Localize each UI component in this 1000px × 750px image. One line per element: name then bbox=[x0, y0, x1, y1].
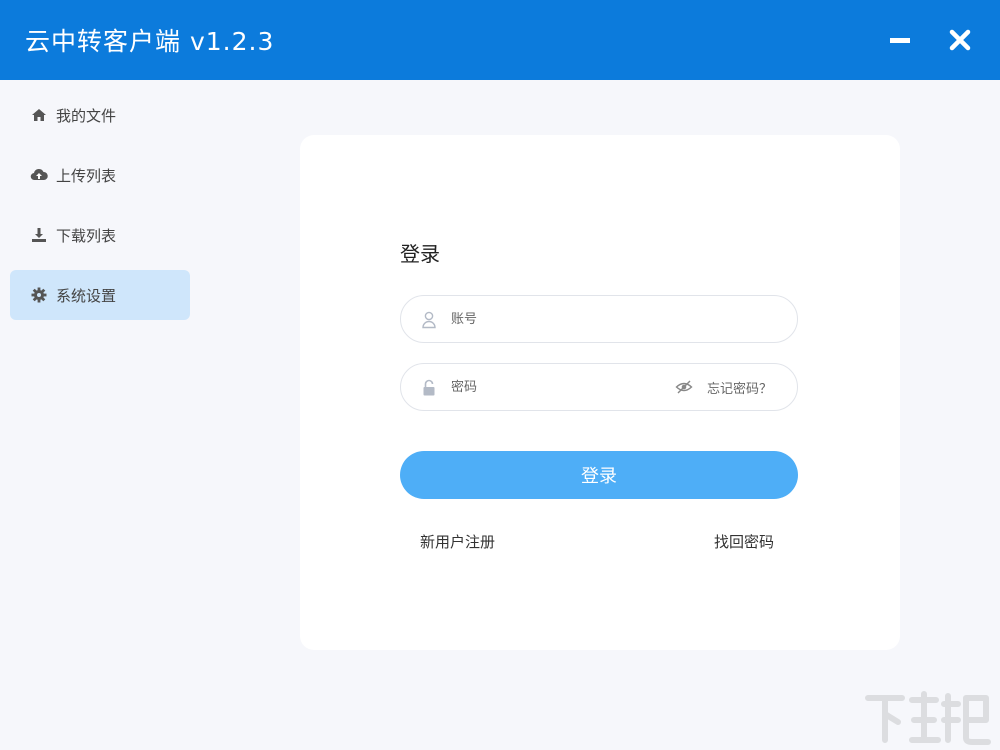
sidebar-item-label: 下载列表 bbox=[56, 226, 117, 245]
user-icon bbox=[421, 311, 437, 329]
recover-password-link[interactable]: 找回密码 bbox=[714, 531, 774, 552]
lock-icon bbox=[421, 379, 437, 397]
login-button[interactable]: 登录 bbox=[400, 451, 798, 499]
minimize-icon bbox=[890, 38, 910, 43]
sidebar-item-my-files[interactable]: 我的文件 bbox=[10, 90, 190, 140]
sidebar-item-label: 上传列表 bbox=[56, 166, 117, 185]
password-field: 忘记密码？ bbox=[400, 363, 798, 411]
close-icon bbox=[949, 29, 971, 51]
login-card: 登录 忘记密码？ 登录 新用户注册 找回密码 bbox=[300, 135, 900, 650]
sidebar-item-upload-list[interactable]: 上传列表 bbox=[10, 150, 190, 200]
forgot-password-link[interactable]: 忘记密码？ bbox=[707, 378, 772, 397]
minimize-button[interactable] bbox=[884, 24, 916, 56]
sidebar: 我的文件 上传列表 下载列表 系统设置 bbox=[0, 80, 200, 750]
register-link[interactable]: 新用户注册 bbox=[420, 531, 495, 552]
gear-icon bbox=[30, 286, 48, 304]
account-input[interactable] bbox=[451, 306, 651, 332]
download-icon bbox=[30, 226, 48, 244]
sidebar-item-label: 我的文件 bbox=[56, 106, 117, 125]
password-input[interactable] bbox=[451, 374, 661, 400]
sidebar-item-label: 系统设置 bbox=[56, 286, 117, 305]
sidebar-item-system-settings[interactable]: 系统设置 bbox=[10, 270, 190, 320]
close-button[interactable] bbox=[944, 24, 976, 56]
app-title: 云中转客户端 v1.2.3 bbox=[25, 27, 275, 56]
watermark-logo bbox=[865, 691, 991, 745]
login-title: 登录 bbox=[400, 242, 440, 266]
sidebar-item-download-list[interactable]: 下载列表 bbox=[10, 210, 190, 260]
home-icon bbox=[30, 106, 48, 124]
title-bar: 云中转客户端 v1.2.3 bbox=[0, 0, 1000, 80]
cloud-upload-icon bbox=[30, 166, 48, 184]
eye-off-icon[interactable] bbox=[675, 379, 693, 395]
account-field bbox=[400, 295, 798, 343]
